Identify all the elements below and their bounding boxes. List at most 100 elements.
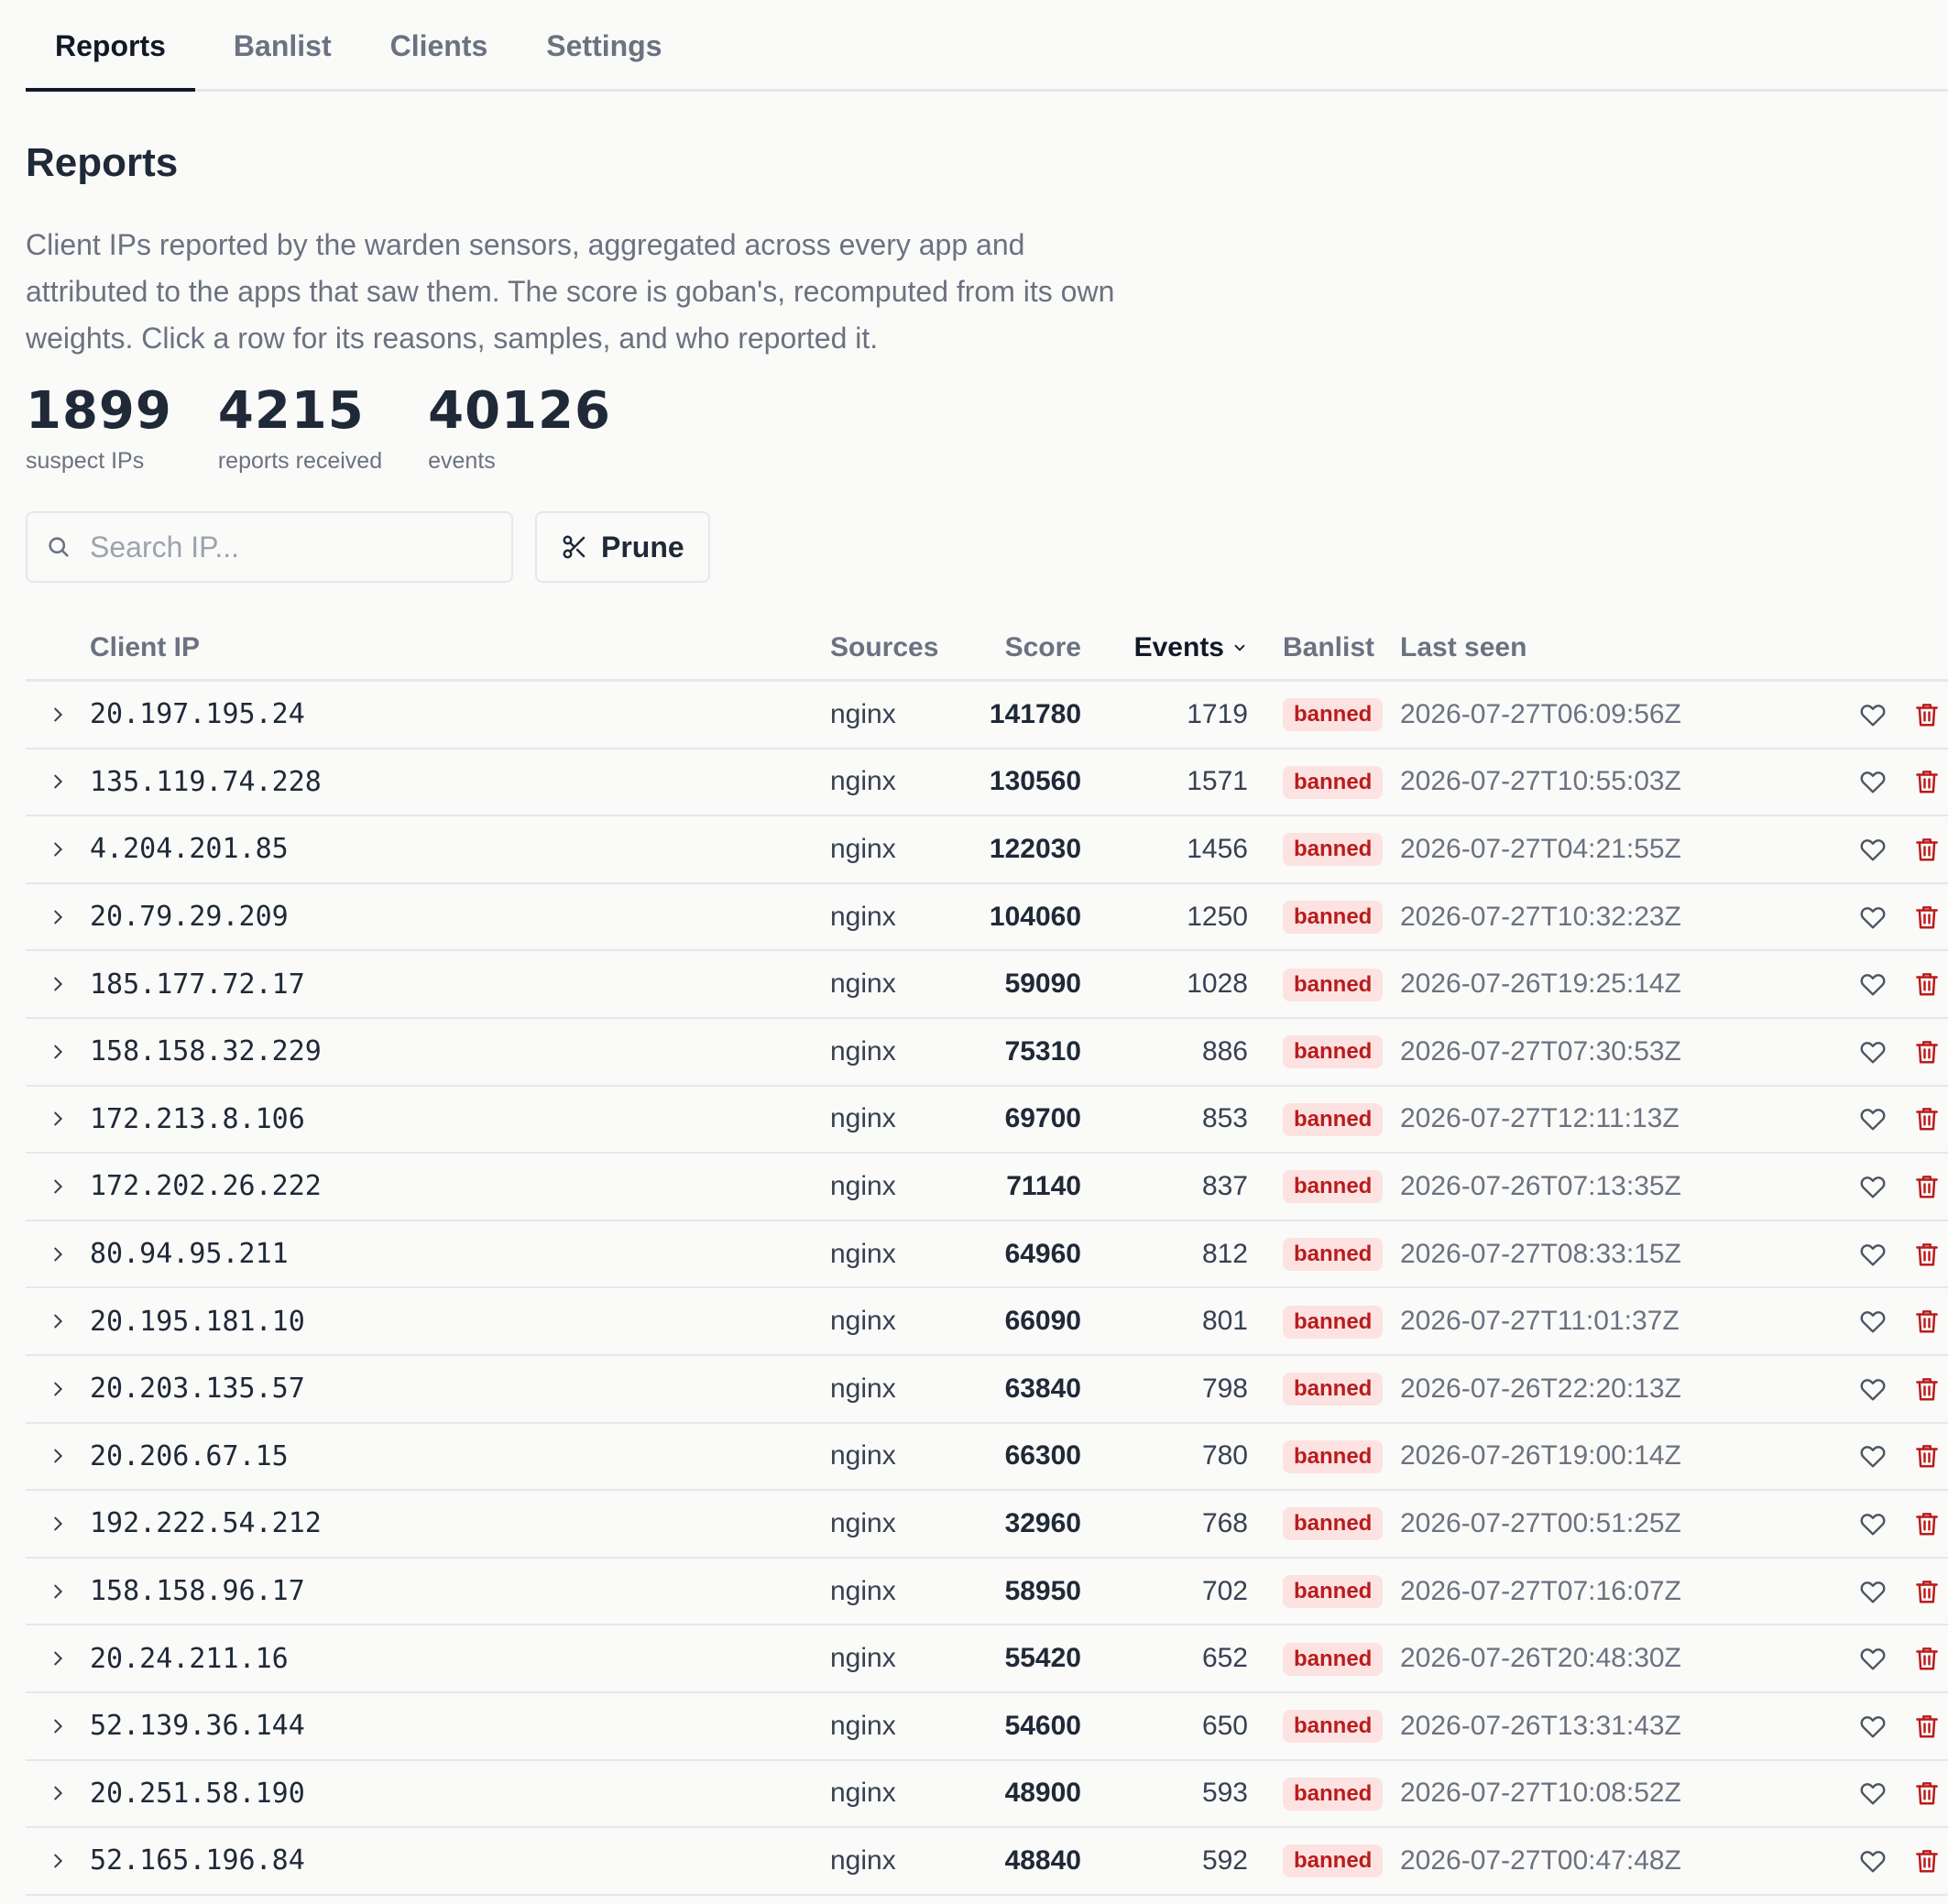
delete-button[interactable] xyxy=(1913,1778,1941,1808)
delete-button[interactable] xyxy=(1913,1307,1941,1336)
allow-button[interactable] xyxy=(1858,1778,1888,1808)
delete-button[interactable] xyxy=(1913,903,1941,932)
table-row[interactable]: 172.213.8.106 nginx 69700 853 banned 202… xyxy=(26,1087,1948,1154)
last-seen: 2026-07-26T22:20:13Z xyxy=(1400,1373,1681,1404)
expand-toggle[interactable] xyxy=(26,1176,90,1197)
allow-button[interactable] xyxy=(1858,767,1888,796)
allow-button[interactable] xyxy=(1858,835,1888,864)
delete-button[interactable] xyxy=(1913,969,1941,999)
delete-button[interactable] xyxy=(1913,1240,1941,1269)
allow-button[interactable] xyxy=(1858,1104,1888,1133)
delete-button[interactable] xyxy=(1913,1172,1941,1201)
search-input[interactable] xyxy=(88,529,495,565)
delete-button[interactable] xyxy=(1913,700,1941,729)
allow-button[interactable] xyxy=(1858,1644,1888,1673)
tab-settings[interactable]: Settings xyxy=(517,0,691,89)
table-row[interactable]: 158.158.96.17 nginx 58950 702 banned 202… xyxy=(26,1559,1948,1626)
delete-button[interactable] xyxy=(1913,1441,1941,1471)
expand-toggle[interactable] xyxy=(26,974,90,994)
allow-button[interactable] xyxy=(1858,1846,1888,1876)
expand-toggle[interactable] xyxy=(26,1581,90,1602)
row-actions xyxy=(1768,1037,1948,1067)
table-row[interactable]: 20.251.58.190 nginx 48900 593 banned 202… xyxy=(26,1761,1948,1829)
expand-toggle[interactable] xyxy=(26,1446,90,1466)
table-row[interactable]: 20.197.195.24 nginx 141780 1719 banned 2… xyxy=(26,682,1948,750)
expand-toggle[interactable] xyxy=(26,1379,90,1399)
delete-button[interactable] xyxy=(1913,1509,1941,1538)
delete-button[interactable] xyxy=(1913,1644,1941,1673)
table-row[interactable]: 20.203.135.57 nginx 63840 798 banned 202… xyxy=(26,1356,1948,1424)
chevron-right-icon xyxy=(54,1516,63,1531)
allow-button[interactable] xyxy=(1858,1037,1888,1067)
table-row[interactable]: 20.79.29.209 nginx 104060 1250 banned 20… xyxy=(26,884,1948,952)
allow-button[interactable] xyxy=(1858,1441,1888,1471)
delete-button[interactable] xyxy=(1913,835,1941,864)
table-row[interactable]: 192.222.54.212 nginx 32960 768 banned 20… xyxy=(26,1491,1948,1559)
table-row[interactable]: 20.24.211.16 nginx 55420 652 banned 2026… xyxy=(26,1625,1948,1693)
col-client-ip[interactable]: Client IP xyxy=(90,632,830,663)
table-row[interactable]: 52.139.36.144 nginx 54600 650 banned 202… xyxy=(26,1693,1948,1761)
col-banlist[interactable]: Banlist xyxy=(1248,632,1400,663)
tab-reports[interactable]: Reports xyxy=(26,0,195,92)
table-row[interactable]: 52.165.196.84 nginx 48840 592 banned 202… xyxy=(26,1828,1948,1896)
delete-button[interactable] xyxy=(1913,1577,1941,1606)
search-box[interactable] xyxy=(26,511,513,583)
expand-toggle[interactable] xyxy=(26,839,90,859)
score: 66090 xyxy=(1004,1306,1081,1337)
delete-button[interactable] xyxy=(1913,1374,1941,1404)
expand-toggle[interactable] xyxy=(26,1783,90,1803)
last-seen: 2026-07-27T10:08:52Z xyxy=(1400,1778,1681,1809)
table-row[interactable]: 135.119.74.228 nginx 130560 1571 banned … xyxy=(26,750,1948,817)
toolbar: Prune xyxy=(26,511,1948,583)
prune-button[interactable]: Prune xyxy=(535,511,710,583)
allow-button[interactable] xyxy=(1858,1240,1888,1269)
expand-toggle[interactable] xyxy=(26,1851,90,1871)
table-row[interactable]: 185.177.72.17 nginx 59090 1028 banned 20… xyxy=(26,951,1948,1019)
events-count: 652 xyxy=(1201,1643,1248,1674)
col-score[interactable]: Score xyxy=(958,632,1081,663)
table-row[interactable]: 4.204.201.85 nginx 122030 1456 banned 20… xyxy=(26,816,1948,884)
allow-button[interactable] xyxy=(1858,1577,1888,1606)
table-row[interactable]: 172.202.26.222 nginx 71140 837 banned 20… xyxy=(26,1154,1948,1221)
tab-banlist[interactable]: Banlist xyxy=(204,0,361,89)
allow-button[interactable] xyxy=(1858,1172,1888,1201)
banlist-cell: banned xyxy=(1248,1709,1400,1744)
expand-toggle[interactable] xyxy=(26,1648,90,1669)
banlist-cell: banned xyxy=(1248,1506,1400,1541)
table-row[interactable]: 158.158.32.229 nginx 75310 886 banned 20… xyxy=(26,1019,1948,1087)
allow-button[interactable] xyxy=(1858,700,1888,729)
allow-button[interactable] xyxy=(1858,903,1888,932)
expand-toggle[interactable] xyxy=(26,1109,90,1129)
score: 130560 xyxy=(989,766,1081,797)
table-row[interactable]: 20.206.67.15 nginx 66300 780 banned 2026… xyxy=(26,1424,1948,1492)
delete-button[interactable] xyxy=(1913,1104,1941,1133)
expand-toggle[interactable] xyxy=(26,1244,90,1264)
client-ip: 20.251.58.190 xyxy=(90,1777,305,1810)
delete-button[interactable] xyxy=(1913,1846,1941,1876)
table-row[interactable]: 80.94.95.211 nginx 64960 812 banned 2026… xyxy=(26,1221,1948,1289)
expand-toggle[interactable] xyxy=(26,1716,90,1736)
expand-toggle[interactable] xyxy=(26,771,90,792)
expand-toggle[interactable] xyxy=(26,907,90,927)
expand-toggle[interactable] xyxy=(26,1042,90,1062)
allow-button[interactable] xyxy=(1858,1712,1888,1741)
col-sources[interactable]: Sources xyxy=(830,632,958,663)
heart-icon xyxy=(1860,1243,1886,1266)
tab-clients[interactable]: Clients xyxy=(361,0,518,89)
col-events[interactable]: Events xyxy=(1081,632,1248,663)
allow-button[interactable] xyxy=(1858,969,1888,999)
score: 59090 xyxy=(1004,968,1081,1000)
delete-button[interactable] xyxy=(1913,1037,1941,1067)
expand-toggle[interactable] xyxy=(26,1514,90,1534)
allow-button[interactable] xyxy=(1858,1374,1888,1404)
allow-button[interactable] xyxy=(1858,1307,1888,1336)
delete-button[interactable] xyxy=(1913,767,1941,796)
expand-toggle[interactable] xyxy=(26,1311,90,1331)
chevron-right-icon xyxy=(54,1786,63,1800)
expand-toggle[interactable] xyxy=(26,705,90,725)
allow-button[interactable] xyxy=(1858,1509,1888,1538)
col-last-seen[interactable]: Last seen xyxy=(1400,632,1768,663)
table-row[interactable]: 20.195.181.10 nginx 66090 801 banned 202… xyxy=(26,1288,1948,1356)
trash-icon xyxy=(1916,1108,1938,1131)
delete-button[interactable] xyxy=(1913,1712,1941,1741)
